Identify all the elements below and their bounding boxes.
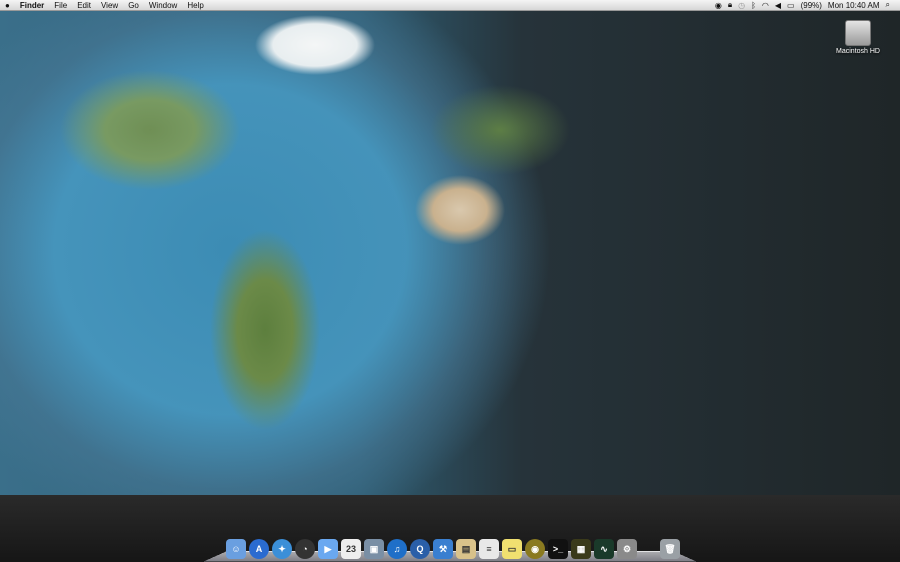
dock-dashboard-icon[interactable]: ◔ bbox=[295, 539, 315, 559]
dock-quicktime-icon[interactable]: Q bbox=[410, 539, 430, 559]
clock[interactable]: Mon 10:40 AM bbox=[828, 1, 880, 10]
dock-stickies-icon[interactable]: ▭ bbox=[502, 539, 522, 559]
dock-xcode-icon[interactable]: ⚒ bbox=[433, 539, 453, 559]
apple-menu-icon[interactable]: ● bbox=[0, 1, 15, 10]
dock-trash-icon[interactable]: 🗑 bbox=[660, 539, 680, 559]
menu-file[interactable]: File bbox=[49, 1, 72, 10]
wifi-icon[interactable]: ◠ bbox=[762, 1, 769, 10]
dock-network-radar-icon[interactable]: ◉ bbox=[525, 539, 545, 559]
spotlight-icon[interactable]: ⌕ bbox=[886, 0, 890, 10]
dock-finder-icon[interactable]: ☺ bbox=[226, 539, 246, 559]
macintosh-hd-icon[interactable]: Macintosh HD bbox=[828, 20, 888, 55]
dock-activity-monitor-icon[interactable]: ∿ bbox=[594, 539, 614, 559]
menu-edit[interactable]: Edit bbox=[72, 1, 96, 10]
dock-archive-utility-icon[interactable]: ▤ bbox=[456, 539, 476, 559]
dock-itunes-icon[interactable]: ♫ bbox=[387, 539, 407, 559]
menu-go[interactable]: Go bbox=[123, 1, 144, 10]
dock-app-store-icon[interactable]: A bbox=[249, 539, 269, 559]
bluetooth-icon[interactable]: ᛒ bbox=[751, 1, 756, 10]
dock-iphoto-icon[interactable]: ▣ bbox=[364, 539, 384, 559]
battery-icon[interactable]: ▭ bbox=[787, 1, 795, 10]
dock-system-preferences-icon[interactable]: ⚙ bbox=[617, 539, 637, 559]
dock-ical-icon[interactable]: 23 bbox=[341, 539, 361, 559]
battery-percent[interactable]: (99%) bbox=[801, 1, 822, 10]
time-machine-icon[interactable]: ◷ bbox=[738, 1, 745, 10]
dock-console-icon[interactable]: ▦ bbox=[571, 539, 591, 559]
menu-bar: ● Finder File Edit View Go Window Help ◉… bbox=[0, 0, 900, 11]
dock-ichat-icon[interactable]: ▶ bbox=[318, 539, 338, 559]
menu-help[interactable]: Help bbox=[182, 1, 208, 10]
menu-finder[interactable]: Finder bbox=[15, 1, 49, 10]
dock-safari-icon[interactable]: ✦ bbox=[272, 539, 292, 559]
dock: ☺ A ✦ ◔ ▶ 23 ▣ ♫ Q ⚒ ▤ ≡ ▭ ◉ >_ ▦ ∿ ⚙ 🗑 bbox=[203, 532, 697, 562]
volume-icon[interactable]: ◀ bbox=[775, 1, 781, 10]
dock-terminal-icon[interactable]: >_ bbox=[548, 539, 568, 559]
lock-icon[interactable]: 🔒︎ bbox=[728, 0, 732, 10]
macintosh-hd-label: Macintosh HD bbox=[836, 48, 880, 55]
menu-view[interactable]: View bbox=[96, 1, 123, 10]
desktop-wallpaper bbox=[0, 0, 900, 562]
status-menu-icon[interactable]: ◉ bbox=[715, 1, 722, 10]
menu-window[interactable]: Window bbox=[144, 1, 182, 10]
hard-drive-icon bbox=[845, 20, 871, 46]
dock-textedit-icon[interactable]: ≡ bbox=[479, 539, 499, 559]
